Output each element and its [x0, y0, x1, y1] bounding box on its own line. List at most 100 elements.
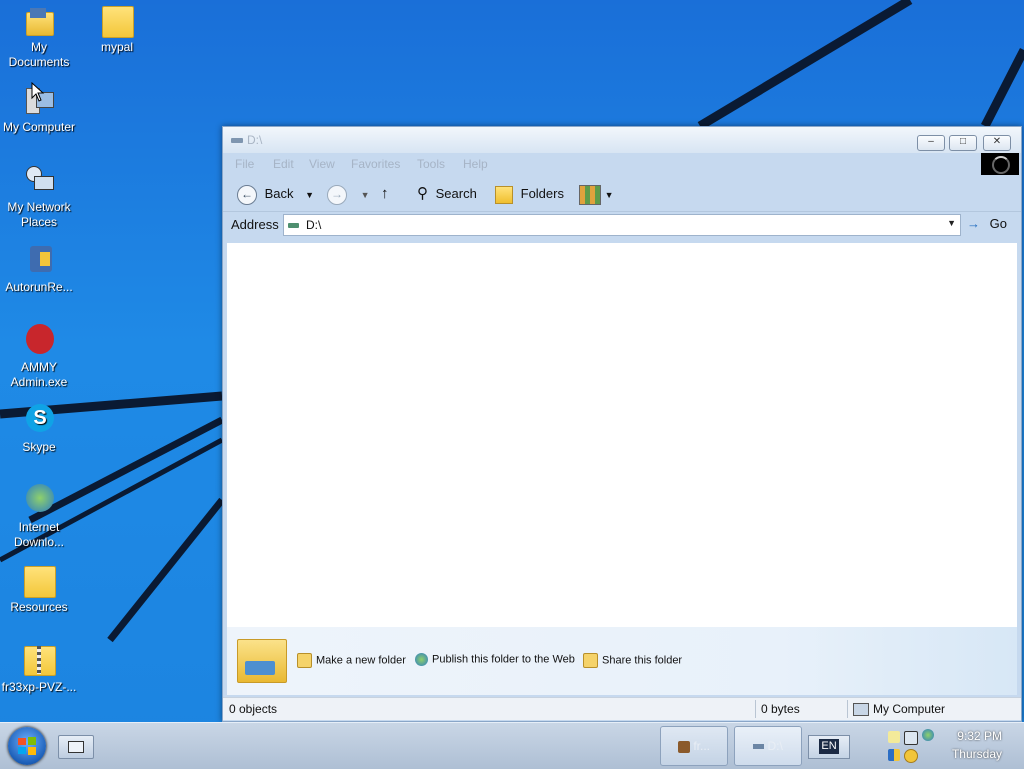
taskbar-task-app[interactable]: fr...: [660, 726, 728, 766]
address-bar: Address D:\ ▼ → Go: [223, 212, 1021, 236]
share-folder-icon: [583, 653, 598, 668]
taskbar-task-explorer[interactable]: D:\: [734, 726, 802, 766]
task-pane: Make a new folder Publish this folder to…: [227, 627, 1017, 695]
views-button[interactable]: ▼: [579, 183, 614, 205]
menu-file[interactable]: File: [235, 157, 254, 171]
chevron-down-icon: ▼: [604, 190, 614, 200]
security-shield-icon[interactable]: [888, 749, 900, 761]
up-arrow-icon: ↑: [381, 185, 389, 202]
taskbar: fr... D:\ EN 9:32 PM Thursday: [0, 722, 1024, 769]
share-folder-label: Share this folder: [602, 654, 683, 667]
clock[interactable]: 9:32 PM Thursday: [952, 727, 1002, 763]
language-label: EN: [819, 739, 839, 754]
file-list-area[interactable]: [227, 243, 1017, 627]
search-icon: ⚲: [417, 185, 428, 202]
forward-button[interactable]: → ▼: [327, 183, 370, 205]
menu-tools[interactable]: Tools: [417, 157, 445, 171]
status-divider: [755, 700, 756, 718]
desktop-icon-label: AutorunRe...: [5, 280, 73, 294]
share-folder-link[interactable]: Share this folder: [583, 653, 682, 668]
desktop-icon-label: AMMY Admin.exe: [10, 360, 68, 389]
publish-folder-link[interactable]: Publish this folder to the Web: [415, 653, 575, 666]
desktop-icon-network-places[interactable]: My Network Places: [0, 164, 78, 230]
clock-time: 9:32 PM: [957, 729, 1002, 743]
menu-favorites[interactable]: Favorites: [351, 157, 400, 171]
computer-icon: [853, 703, 869, 717]
my-documents-icon: [22, 4, 56, 38]
address-label: Address: [231, 217, 279, 232]
desktop-icon-internet-download-manager[interactable]: Internet Downlo...: [0, 484, 78, 550]
folders-label: Folders: [520, 186, 564, 201]
forward-arrow-icon: →: [327, 184, 347, 205]
menu-help[interactable]: Help: [463, 157, 488, 171]
go-arrow-icon: →: [967, 216, 980, 231]
address-input[interactable]: D:\ ▼: [283, 214, 961, 236]
window-title: D:\: [247, 133, 263, 147]
make-new-folder-link[interactable]: Make a new folder: [297, 653, 406, 668]
folders-button[interactable]: Folders: [495, 183, 564, 205]
chevron-down-icon: ▼: [305, 190, 315, 200]
desktop-icon-skype[interactable]: S Skype: [0, 404, 78, 455]
title-bar[interactable]: D:\ – □ ✕: [223, 127, 1021, 153]
throbber-logo: [981, 153, 1019, 175]
address-value: D:\: [306, 218, 322, 232]
network-places-icon: [22, 164, 56, 198]
folders-icon: [495, 185, 513, 204]
autorun-shortcut-icon: [22, 244, 56, 278]
status-zone-label: My Computer: [873, 702, 946, 716]
explorer-window[interactable]: D:\ – □ ✕ File Edit View Favorites Tools…: [222, 126, 1022, 722]
drive-icon: [753, 744, 765, 750]
ammy-admin-icon: [22, 324, 56, 358]
menu-edit[interactable]: Edit: [273, 157, 294, 171]
status-zone: My Computer: [853, 702, 946, 717]
desktop-icon-fr33xp-zip[interactable]: fr33xp-PVZ-...: [0, 644, 78, 695]
network-tray-icon[interactable]: [904, 731, 918, 745]
go-button[interactable]: → Go: [967, 216, 1007, 231]
clock-day: Thursday: [951, 747, 1002, 761]
zip-folder-icon: [22, 644, 56, 678]
back-label: Back: [264, 186, 294, 201]
toolbar: ← Back ▼ → ▼ ↑ ⚲ Search Folders ▼: [223, 175, 1021, 212]
skype-icon: S: [22, 404, 56, 438]
up-folder-button[interactable]: ↑: [381, 183, 389, 205]
desktop-icon-ammy-admin[interactable]: AMMY Admin.exe: [0, 324, 78, 390]
desktop-icon-label: fr33xp-PVZ-...: [1, 680, 77, 694]
update-tray-icon[interactable]: [904, 749, 918, 763]
desktop-icon-label: mypal: [100, 40, 133, 54]
notes-tray-icon[interactable]: [888, 731, 900, 743]
desktop-icon-my-documents[interactable]: My Documents: [0, 4, 78, 70]
desktop-icon-label: Skype: [22, 440, 56, 454]
language-indicator[interactable]: EN: [808, 735, 850, 759]
close-button[interactable]: ✕: [983, 135, 1011, 151]
publish-folder-label: Publish this folder to the Web: [432, 653, 575, 666]
desktop-icon-label: My Network Places: [7, 200, 71, 229]
maximize-button[interactable]: □: [949, 135, 977, 151]
desktop-icon-autorun[interactable]: AutorunRe...: [0, 244, 78, 295]
desktop-icon-label: My Documents: [8, 40, 70, 69]
back-button[interactable]: ← Back ▼: [237, 183, 314, 205]
minimize-button[interactable]: –: [917, 135, 945, 151]
make-new-folder-label: Make a new folder: [316, 654, 406, 667]
status-object-count: 0 objects: [229, 702, 278, 716]
task-label: D:\: [767, 739, 783, 753]
desktop-icon-label: Resources: [10, 600, 68, 614]
search-button[interactable]: ⚲ Search: [417, 183, 477, 205]
app-icon: [677, 740, 690, 753]
folder-icon: [100, 4, 134, 38]
windows-logo-icon: [18, 737, 36, 755]
desktop-icon-resources[interactable]: Resources: [0, 564, 78, 615]
status-size: 0 bytes: [761, 702, 800, 716]
menu-bar: File Edit View Favorites Tools Help: [223, 153, 1021, 175]
back-arrow-icon: ←: [237, 184, 257, 205]
open-folder-icon: [235, 635, 287, 685]
globe-tray-icon[interactable]: [922, 729, 934, 741]
globe-icon: [415, 653, 428, 666]
status-divider: [847, 700, 848, 718]
chevron-down-icon[interactable]: ▼: [947, 218, 956, 228]
menu-view[interactable]: View: [309, 157, 335, 171]
drive-icon: [231, 138, 243, 143]
show-desktop-button[interactable]: [58, 735, 94, 759]
start-button[interactable]: [8, 727, 46, 765]
drive-icon: [288, 223, 299, 228]
desktop-icon-mypal[interactable]: mypal: [78, 4, 156, 55]
